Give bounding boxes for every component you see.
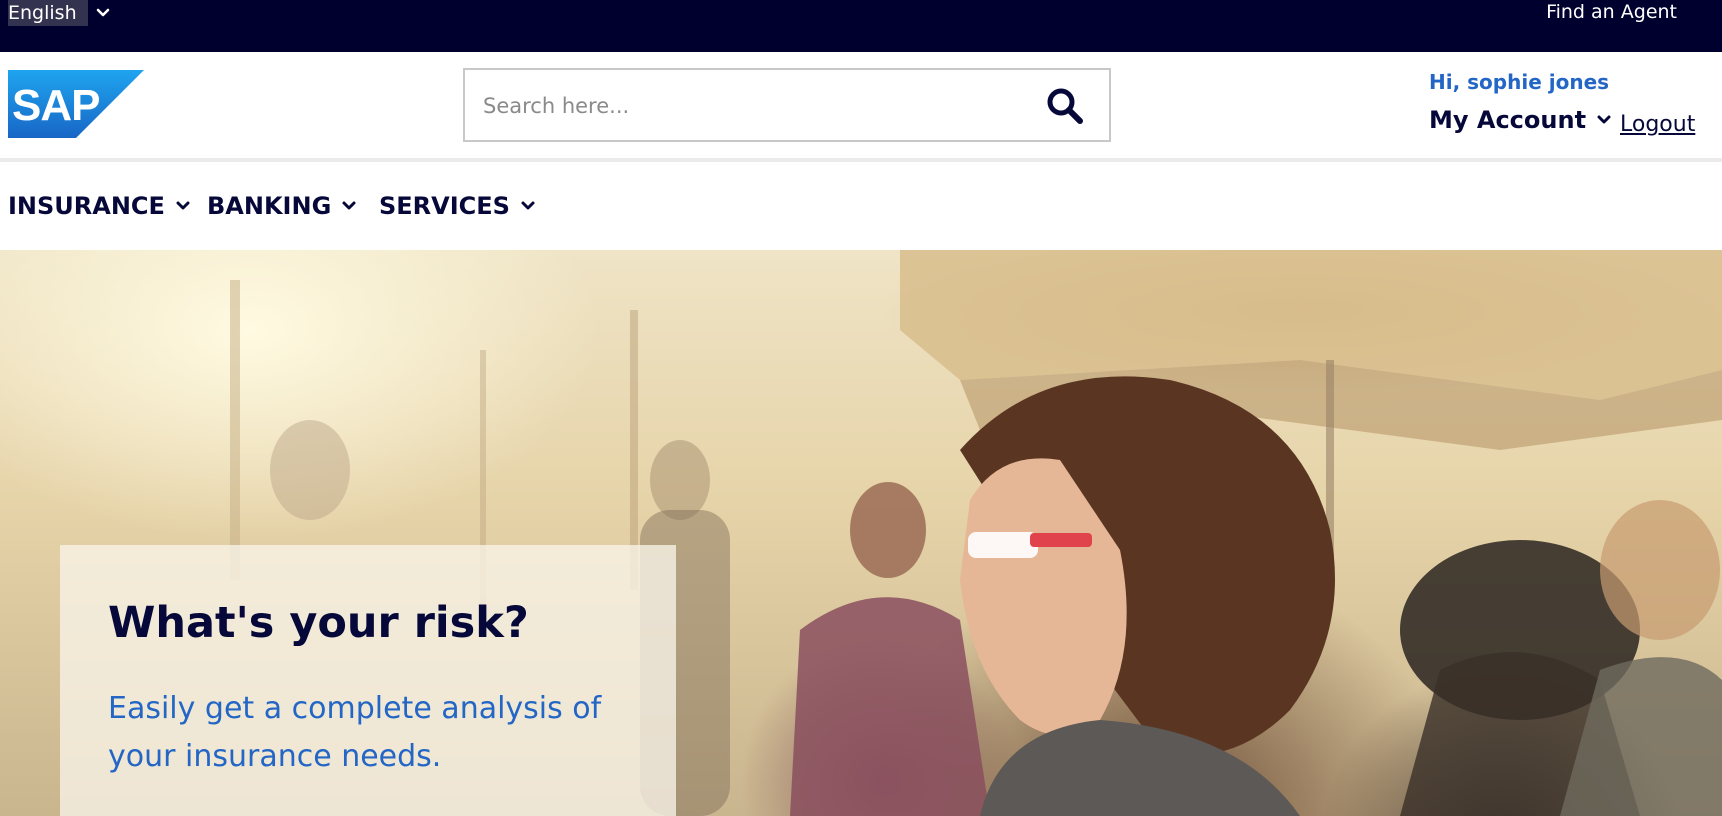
user-greeting: Hi, sophie jones — [1429, 70, 1610, 94]
promo-subtitle: Easily get a complete analysis of your i… — [108, 691, 602, 774]
sap-logo[interactable]: SAP — [8, 70, 144, 138]
nav-item-insurance[interactable]: INSURANCE — [8, 190, 191, 222]
chevron-down-icon — [176, 201, 190, 210]
chevron-down-icon — [96, 8, 110, 17]
search-input[interactable] — [483, 88, 1023, 124]
language-label: English — [8, 2, 77, 24]
nav-item-label: BANKING — [207, 192, 332, 220]
find-agent-link[interactable]: Find an Agent — [1546, 0, 1677, 24]
chevron-down-icon — [342, 201, 356, 210]
my-account-label: My Account — [1429, 106, 1587, 134]
logout-link[interactable]: Logout — [1620, 110, 1695, 140]
top-utility-bar: English Find an Agent — [0, 0, 1722, 52]
language-select[interactable]: English — [8, 0, 110, 26]
my-account-menu[interactable]: My Account — [1429, 104, 1612, 136]
site-header: SAP Hi, sophie jones My Account Logout — [0, 52, 1722, 162]
nav-item-label: INSURANCE — [8, 192, 165, 220]
main-navigation: INSURANCE BANKING SERVICES — [0, 166, 1722, 250]
nav-item-services[interactable]: SERVICES — [379, 190, 536, 222]
chevron-down-icon — [1597, 115, 1611, 124]
search-icon[interactable] — [1045, 86, 1085, 126]
nav-item-label: SERVICES — [379, 192, 510, 220]
promo-card: What's your risk? Easily get a complete … — [60, 545, 676, 816]
search-box — [463, 68, 1111, 142]
hero-banner[interactable]: What's your risk? Easily get a complete … — [0, 250, 1722, 816]
chevron-down-icon — [521, 201, 535, 210]
svg-text:SAP: SAP — [12, 81, 99, 130]
nav-item-banking[interactable]: BANKING — [207, 190, 357, 222]
promo-title: What's your risk? — [108, 598, 529, 648]
